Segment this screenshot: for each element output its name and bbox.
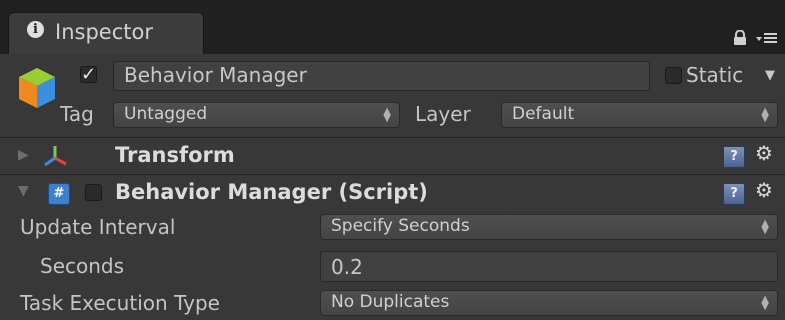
info-icon: i (27, 21, 44, 38)
checkmark-icon: ✓ (81, 64, 97, 85)
script-enabled-checkbox[interactable] (85, 184, 102, 201)
task-execution-type-label: Task Execution Type (20, 291, 220, 315)
layer-label: Layer (415, 102, 471, 126)
seconds-value: 0.2 (331, 255, 363, 279)
transform-title: Transform (115, 143, 235, 167)
dropdown-arrows-icon: ▲ ▼ (383, 106, 391, 124)
static-label: Static (686, 63, 744, 87)
foldout-collapsed-icon[interactable]: ▶ (18, 147, 29, 163)
transform-component-header[interactable]: ▶ Transform ? ⚙ (0, 138, 785, 174)
dropdown-arrows-icon: ▲ ▼ (761, 218, 769, 236)
static-dropdown-arrow-icon[interactable]: ▼ (765, 68, 775, 83)
layer-value: Default (512, 104, 575, 124)
tag-value: Untagged (124, 104, 208, 124)
object-name-field[interactable]: Behavior Manager (113, 61, 650, 91)
active-checkbox[interactable]: ✓ (80, 64, 97, 85)
dropdown-arrows-icon: ▲ ▼ (761, 106, 769, 124)
seconds-label: Seconds (40, 254, 125, 278)
help-icon[interactable]: ? (723, 146, 745, 168)
foldout-expanded-icon[interactable]: ▼ (18, 183, 29, 199)
tab-label: Inspector (55, 20, 153, 44)
gameobject-cube-icon (16, 66, 56, 108)
task-execution-type-value: No Duplicates (331, 292, 450, 312)
update-interval-value: Specify Seconds (331, 216, 470, 236)
csharp-script-icon: # (48, 183, 70, 205)
help-icon[interactable]: ? (723, 183, 745, 205)
seconds-input[interactable]: 0.2 (320, 251, 778, 282)
update-interval-label: Update Interval (20, 215, 176, 239)
menu-icon[interactable] (756, 30, 778, 49)
object-name-value: Behavior Manager (124, 63, 307, 87)
update-interval-dropdown[interactable]: Specify Seconds ▲ ▼ (320, 214, 778, 240)
task-execution-type-dropdown[interactable]: No Duplicates ▲ ▼ (320, 290, 778, 316)
transform-axes-icon (44, 144, 68, 172)
tag-dropdown[interactable]: Untagged ▲ ▼ (113, 102, 400, 128)
lock-icon[interactable] (733, 29, 747, 50)
tag-label: Tag (60, 102, 94, 126)
layer-dropdown[interactable]: Default ▲ ▼ (501, 102, 778, 128)
gear-icon[interactable]: ⚙ (755, 141, 773, 165)
script-component-header[interactable]: ▼ # Behavior Manager (Script) ? ⚙ (0, 175, 785, 211)
tab-inspector[interactable]: i Inspector (8, 12, 204, 54)
gear-icon[interactable]: ⚙ (755, 178, 773, 202)
dropdown-arrows-icon: ▲ ▼ (761, 294, 769, 312)
static-checkbox[interactable] (665, 67, 682, 84)
script-title: Behavior Manager (Script) (115, 180, 428, 204)
